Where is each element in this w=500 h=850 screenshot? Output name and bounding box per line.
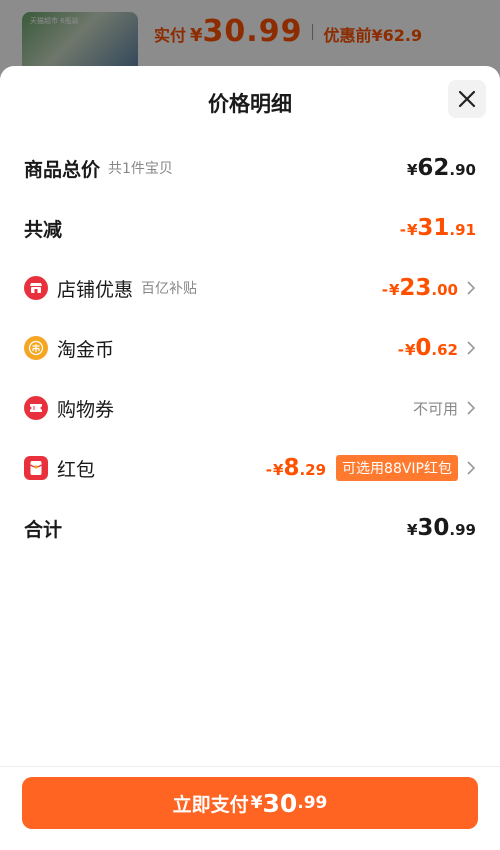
close-button[interactable] <box>448 80 486 118</box>
pay-button-int: 30 <box>262 788 298 818</box>
sum-amount: ¥30.99 <box>406 515 476 541</box>
chevron-right-icon <box>467 401 476 415</box>
row-shopping-coupon[interactable]: 购物券 不可用 <box>24 390 476 426</box>
row-total-price: 商品总价 共1件宝贝 ¥62.90 <box>24 150 476 186</box>
pay-now-button[interactable]: 立即支付 ¥ 30 .99 <box>22 777 478 829</box>
row-taobao-coin[interactable]: 淘金币 - ¥0.62 <box>24 330 476 366</box>
store-discount-amount: - ¥23.00 <box>381 275 458 301</box>
total-reduction-label: 共减 <box>24 218 63 241</box>
total-price-label: 商品总价 <box>24 158 101 181</box>
sum-label: 合计 <box>24 518 63 541</box>
pay-button-label: 立即支付 <box>172 793 249 816</box>
total-price-sub: 共1件宝贝 <box>108 161 173 177</box>
coupon-label: 购物券 <box>57 398 115 421</box>
chevron-right-icon <box>467 461 476 475</box>
chevron-right-icon <box>467 281 476 295</box>
coupon-status: 不可用 <box>412 399 458 418</box>
row-store-discount[interactable]: 店铺优惠 百亿补贴 - ¥23.00 <box>24 270 476 306</box>
vip-red-packet-badge[interactable]: 可选用88VIP红包 <box>336 455 458 481</box>
coin-icon <box>24 336 48 360</box>
total-price-amount: ¥62.90 <box>406 155 476 181</box>
coin-amount: - ¥0.62 <box>397 335 458 361</box>
sheet-title: 价格明细 <box>208 92 292 116</box>
price-detail-sheet: 价格明细 商品总价 共1件宝贝 ¥62.90 共减 - ¥31.91 店铺优惠 … <box>0 66 500 850</box>
store-discount-label: 店铺优惠 <box>57 278 134 301</box>
footer-divider <box>0 766 500 767</box>
shop-icon <box>24 276 48 300</box>
close-icon <box>458 90 476 108</box>
red-packet-label: 红包 <box>57 458 96 481</box>
row-sum-total: 合计 ¥30.99 <box>24 510 476 546</box>
row-total-reduction: 共减 - ¥31.91 <box>24 210 476 246</box>
total-reduction-amount: - ¥31.91 <box>399 215 476 241</box>
chevron-right-icon <box>467 341 476 355</box>
red-envelope-icon <box>24 456 48 480</box>
pay-button-dec: .99 <box>297 793 328 813</box>
coin-label: 淘金币 <box>57 338 115 361</box>
ticket-icon <box>24 396 48 420</box>
red-packet-amount: - ¥8.29 <box>265 455 327 481</box>
pay-button-yen: ¥ <box>250 793 263 813</box>
row-red-packet[interactable]: 红包 - ¥8.29 可选用88VIP红包 <box>24 450 476 486</box>
store-discount-sub: 百亿补贴 <box>141 281 198 297</box>
